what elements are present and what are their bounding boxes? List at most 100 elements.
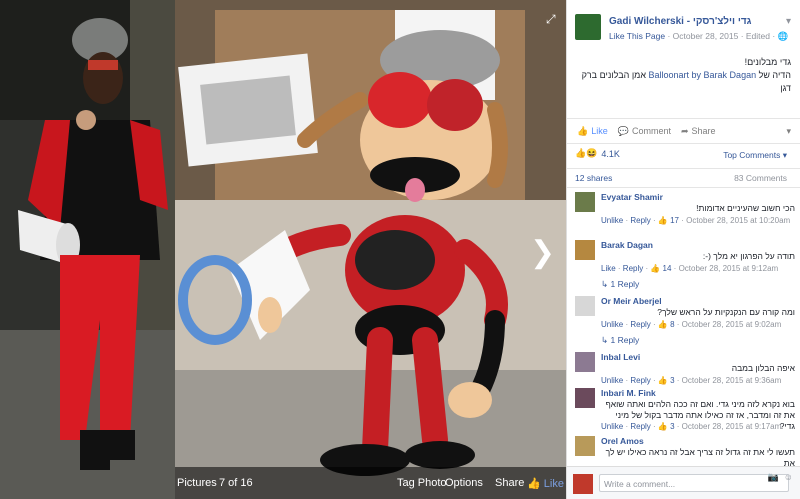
reaction-picker-icon[interactable]: ▾	[786, 126, 791, 137]
comment-item: Or Meir Aberjel ומה קורה עם הנקנקיות על …	[575, 296, 795, 336]
comment-like-count[interactable]: 👍 8	[658, 320, 675, 329]
avatar[interactable]	[575, 436, 595, 456]
shares-count[interactable]: 12 shares	[575, 173, 612, 183]
unlike-link[interactable]: Unlike	[601, 216, 623, 225]
comment-meta: Unlike · Reply · 👍 3 · October 28, 2015 …	[601, 376, 782, 385]
comment-author[interactable]: Or Meir Aberjel	[601, 296, 662, 306]
avatar[interactable]	[575, 192, 595, 212]
comment-likes: 17	[670, 216, 679, 225]
comment-time[interactable]: October 28, 2015 at 9:17am	[682, 422, 782, 431]
comment-like-count[interactable]: 👍 3	[658, 422, 675, 431]
like-button[interactable]: 👍 Like	[527, 477, 564, 490]
chevron-down-icon[interactable]: ▾	[786, 16, 791, 27]
comment-author[interactable]: Orel Amos	[601, 436, 644, 446]
comment-input[interactable]: Write a comment...	[599, 474, 789, 492]
comment-meta: Unlike · Reply · 👍 3 · October 28, 2015 …	[601, 422, 782, 431]
comments-count[interactable]: 83 Comments	[734, 173, 787, 183]
comment-time[interactable]: October 28, 2015 at 10:20am	[686, 216, 790, 225]
share-button[interactable]: Share	[495, 477, 524, 489]
post-meta: Like This Page · October 28, 2015 · Edit…	[609, 31, 789, 41]
comment-item: Inbal Levi איפה הבלון במבה Unlike · Repl…	[575, 352, 795, 388]
comment-author[interactable]: Inbari M. Fink	[601, 388, 656, 398]
comment-text: איפה הבלון במבה	[731, 363, 795, 373]
globe-icon: 🌐	[777, 31, 789, 41]
album-link[interactable]: Pictures	[177, 477, 217, 489]
edited-label[interactable]: Edited	[746, 31, 770, 41]
avatar[interactable]	[575, 296, 595, 316]
comment-likes: 3	[670, 376, 675, 385]
like-link[interactable]: Like	[601, 264, 616, 273]
post-comment-button[interactable]: 💬 Comment	[618, 126, 671, 137]
comment-author[interactable]: Inbal Levi	[601, 352, 640, 362]
post-share-button[interactable]: ➦ Share	[681, 126, 716, 137]
post-date[interactable]: October 28, 2015	[673, 31, 739, 41]
unlike-link[interactable]: Unlike	[601, 320, 623, 329]
comment-author[interactable]: Evyatar Shamir	[601, 192, 663, 202]
comment-item: Orel Amos תעשו לי את זה גדול זה צריך אבל…	[575, 436, 795, 468]
comment-time[interactable]: October 28, 2015 at 9:36am	[682, 376, 782, 385]
comment-like-count[interactable]: 👍 14	[650, 264, 671, 273]
unlike-link[interactable]: Unlike	[601, 422, 623, 431]
like-reaction-icon: 👍😆	[575, 148, 598, 158]
like-page-link[interactable]: Like This Page	[609, 31, 665, 41]
comment-item: Evyatar Shamir הכי חשוב שהעיניים אדומות!…	[575, 192, 795, 236]
comment-icon: 💬	[617, 125, 629, 136]
comment-like-count[interactable]: 👍 3	[658, 376, 675, 385]
comment-meta: Unlike · Reply · 👍 8 · October 28, 2015 …	[601, 320, 782, 329]
options-button[interactable]: Options	[445, 477, 483, 489]
reaction-count: 4.1K	[601, 148, 620, 159]
balloonart-link[interactable]: Balloonart by Barak Dagan	[649, 70, 757, 80]
reply-link[interactable]: Reply	[630, 376, 650, 385]
reactions-summary[interactable]: 👍😆 4.1K	[575, 148, 620, 159]
reply-link[interactable]: Reply	[630, 216, 650, 225]
page-avatar[interactable]	[575, 14, 601, 40]
avatar[interactable]	[575, 388, 595, 408]
replies-count: 1 Reply	[610, 279, 640, 289]
comment-time[interactable]: October 28, 2015 at 9:02am	[682, 320, 782, 329]
camera-icon[interactable]: 📷	[768, 472, 779, 483]
avatar[interactable]	[575, 352, 595, 372]
comment-likes: 3	[670, 422, 675, 431]
unlike-link[interactable]: Unlike	[601, 376, 623, 385]
post-actions: 👍 Like 💬 Comment ➦ Share ▾	[567, 118, 800, 144]
comment-text: ומה קורה עם הנקנקיות על הראש שלך?	[657, 307, 795, 317]
expand-icon[interactable]: ⤢	[546, 12, 556, 27]
post-comment-label: Comment	[631, 126, 671, 136]
top-comments-dropdown[interactable]: Top Comments ▾	[723, 150, 787, 161]
post-like-label: Like	[591, 126, 608, 136]
thumbs-up-icon: 👍	[527, 477, 541, 490]
post-text-prefix: הדיה של	[756, 70, 791, 80]
post-text-line2: הדיה של Balloonart by Barak Dagan אמן הב…	[577, 69, 791, 95]
top-comments-label: Top Comments	[723, 150, 781, 160]
tag-photo-button[interactable]: Tag Photo	[397, 477, 447, 489]
previous-photo[interactable]	[0, 0, 175, 499]
replies-count: 1 Reply	[610, 335, 640, 345]
comment-like-count[interactable]: 👍 17	[658, 216, 679, 225]
comment-item: Inbari M. Fink בוא נקרא לזה מיני גדי. וא…	[575, 388, 795, 434]
post-text-line1: גדי מבלונים!	[744, 57, 791, 67]
main-photo[interactable]	[175, 0, 566, 499]
view-replies-link[interactable]: ↳ 1 Reply	[601, 335, 639, 346]
avatar[interactable]	[575, 240, 595, 260]
person-photo	[0, 0, 175, 499]
comment-author[interactable]: Barak Dagan	[601, 240, 653, 250]
post-panel: Gadi Wilcherski - גדי וילצ'רסקי Like Thi…	[566, 0, 800, 499]
page-name[interactable]: Gadi Wilcherski - גדי וילצ'רסקי	[609, 16, 751, 27]
photo-counter: 7 of 16	[219, 477, 253, 489]
comment-likes: 8	[670, 320, 675, 329]
reply-link[interactable]: Reply	[630, 320, 650, 329]
reply-link[interactable]: Reply	[623, 264, 643, 273]
emoji-icon[interactable]: ☺	[784, 472, 793, 482]
view-replies-link[interactable]: ↳ 1 Reply	[601, 279, 639, 290]
comment-meta: Unlike · Reply · 👍 17 · October 28, 2015…	[601, 216, 791, 225]
comment-time[interactable]: October 28, 2015 at 9:12am	[679, 264, 779, 273]
comment-composer: Write a comment... 📷 ☺	[567, 466, 800, 499]
reply-link[interactable]: Reply	[630, 422, 650, 431]
post-like-button[interactable]: 👍 Like	[577, 126, 608, 137]
comment-text: הכי חשוב שהעיניים אדומות!	[696, 203, 795, 213]
like-label: Like	[543, 477, 564, 490]
next-arrow-icon[interactable]: ❯	[530, 235, 555, 270]
avatar	[573, 474, 593, 494]
balloon-art-photo	[175, 0, 566, 499]
comment-text: תודה על הפרגון יא מלך (-:	[702, 251, 795, 261]
